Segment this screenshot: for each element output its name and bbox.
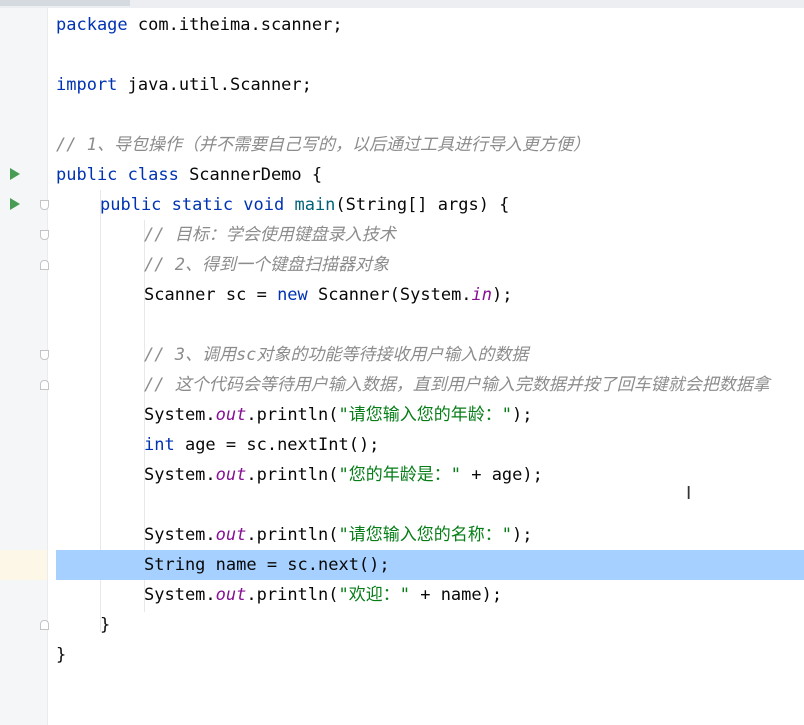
static-field: out (215, 405, 247, 425)
code-line-14[interactable]: System.out.println("请您输入您的年龄："); (48, 400, 804, 430)
code-text: System. (144, 525, 216, 545)
run-main-icon[interactable] (10, 198, 20, 210)
code-text: java.util.Scanner; (117, 75, 312, 95)
code-line-6[interactable]: public class ScannerDemo { (48, 160, 804, 190)
code-text: .println( (246, 465, 339, 485)
code-text: String name = sc.next(); (144, 555, 390, 575)
code-line-1[interactable]: package com.itheima.scanner; (48, 10, 804, 40)
code-text: ); (511, 405, 533, 425)
editor-gutter (0, 8, 47, 725)
comment: // 目标：学会使用键盘录入技术 (144, 225, 396, 245)
code-text: Scanner sc = (144, 285, 278, 305)
code-line-15[interactable]: int age = sc.nextInt(); (48, 430, 804, 460)
code-line-7[interactable]: public static void main(String[] args) { (48, 190, 804, 220)
keyword: import (56, 75, 118, 95)
code-text: System. (144, 405, 216, 425)
static-field: out (215, 525, 247, 545)
code-line-13[interactable]: // 这个代码会等待用户输入数据，直到用户输入完数据并按了回车键就会把数据拿 (48, 370, 804, 400)
keyword: int (144, 435, 175, 455)
code-text: System. (144, 465, 216, 485)
comment: // 这个代码会等待用户输入数据，直到用户输入完数据并按了回车键就会把数据拿 (144, 375, 770, 395)
code-line-5[interactable]: // 1、导包操作（并不需要自己写的，以后通过工具进行导入更方便） (48, 130, 804, 160)
code-text: .println( (246, 525, 339, 545)
code-line-18[interactable]: System.out.println("请您输入您的名称："); (48, 520, 804, 550)
keyword: package (56, 15, 128, 35)
code-text: System. (144, 585, 216, 605)
code-line-20[interactable]: System.out.println("欢迎：" + name); (48, 580, 804, 610)
code-line-19-selected[interactable]: String name = sc.next(); (56, 550, 804, 580)
static-field: out (215, 465, 247, 485)
static-field: out (215, 585, 247, 605)
string-literal: "欢迎：" (338, 585, 410, 605)
code-text: age = sc.nextInt(); (174, 435, 380, 455)
keyword: new (277, 285, 308, 305)
string-literal: "请您输入您的名称：" (338, 525, 512, 545)
current-line-gutter (0, 550, 48, 580)
code-line-3[interactable]: import java.util.Scanner; (48, 70, 804, 100)
keyword: public class (56, 165, 179, 185)
string-literal: "请您输入您的年龄：" (338, 405, 512, 425)
code-line-21[interactable]: } (48, 610, 804, 640)
code-text: ); (511, 525, 533, 545)
method-name: main (284, 195, 336, 215)
keyword: public static void (100, 195, 285, 215)
static-field: in (471, 285, 493, 305)
code-text: (String[] args) { (335, 195, 510, 215)
class-declaration: ScannerDemo { (178, 165, 323, 185)
code-text: + name); (409, 585, 503, 605)
code-text: .println( (246, 405, 339, 425)
comment: // 3、调用sc对象的功能等待接收用户输入的数据 (144, 345, 529, 365)
comment: // 2、得到一个键盘扫描器对象 (144, 255, 389, 275)
run-class-icon[interactable] (10, 168, 20, 180)
code-line-22[interactable]: } (48, 640, 804, 670)
code-line-10[interactable]: Scanner sc = new Scanner(System.in); (48, 280, 804, 310)
code-line-8[interactable]: // 目标：学会使用键盘录入技术 (48, 220, 804, 250)
code-text: + age); (460, 465, 543, 485)
text-cursor-icon: I (686, 483, 692, 504)
code-text: com.itheima.scanner; (127, 15, 343, 35)
comment: // 1、导包操作（并不需要自己写的，以后通过工具进行导入更方便） (56, 135, 590, 155)
string-literal: "您的年龄是：" (338, 465, 461, 485)
code-text: .println( (246, 585, 339, 605)
code-text: ); (492, 285, 513, 305)
code-editor[interactable]: package com.itheima.scanner; import java… (48, 0, 804, 725)
code-text: Scanner(System. (307, 285, 472, 305)
code-line-12[interactable]: // 3、调用sc对象的功能等待接收用户输入的数据 (48, 340, 804, 370)
closing-brace: } (100, 615, 111, 635)
closing-brace: } (56, 645, 67, 665)
code-line-9[interactable]: // 2、得到一个键盘扫描器对象 (48, 250, 804, 280)
